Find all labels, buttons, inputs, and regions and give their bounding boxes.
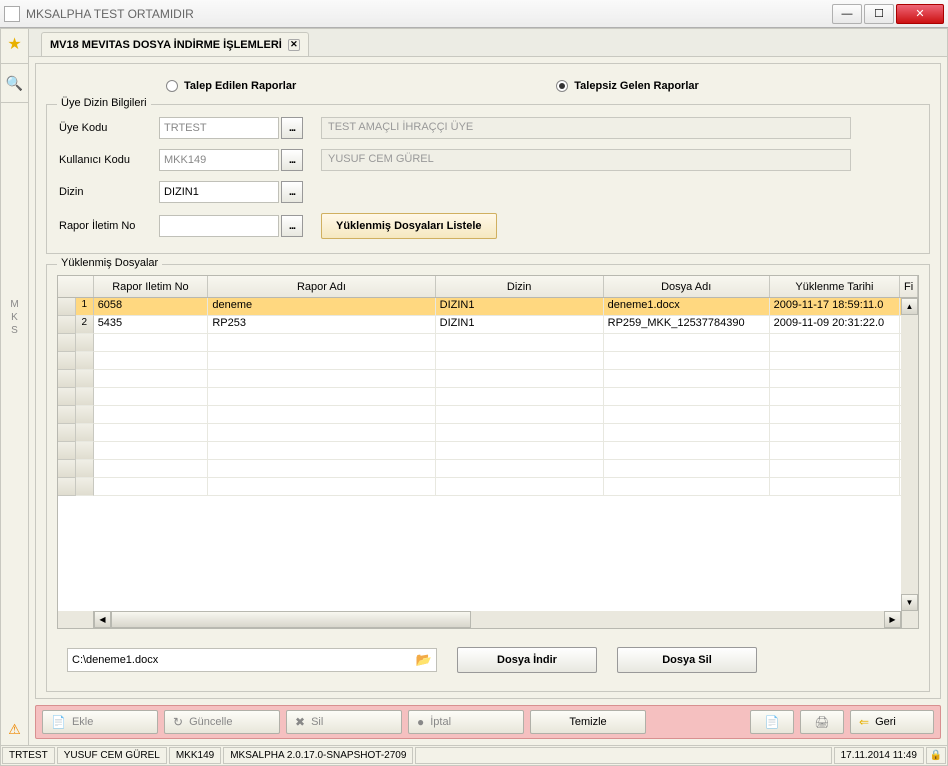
radio-unrequested-reports[interactable]: Talepsiz Gelen Raporlar	[556, 80, 699, 92]
rapor-iletim-label: Rapor İletim No	[59, 220, 159, 232]
col-dosya-adi[interactable]: Dosya Adı	[604, 276, 770, 297]
print-button[interactable]: 🖨	[800, 710, 844, 734]
window-titlebar: MKSALPHA TEST ORTAMIDIR — ☐ ✕	[0, 0, 948, 28]
scroll-down-icon[interactable]: ▼	[901, 594, 918, 611]
folder-open-icon[interactable]: 📂	[416, 652, 432, 668]
status-trtest: TRTEST	[2, 747, 55, 764]
radio-requested-reports[interactable]: Talep Edilen Raporlar	[166, 80, 296, 92]
report-icon: 📄	[765, 715, 780, 729]
tab-close-icon[interactable]: ✕	[288, 39, 300, 51]
col-dizin[interactable]: Dizin	[436, 276, 604, 297]
horizontal-scrollbar[interactable]: ◀ ▶	[58, 611, 918, 628]
cancel-icon: ●	[417, 715, 424, 729]
col-yuklenme-tarihi[interactable]: Yüklenme Tarihi	[770, 276, 900, 297]
minimize-button[interactable]: —	[832, 4, 862, 24]
kullanici-kodu-lookup-button[interactable]: ...	[281, 149, 303, 171]
guncelle-button[interactable]: ↻Güncelle	[164, 710, 280, 734]
status-usercode: MKK149	[169, 747, 221, 764]
dizin-label: Dizin	[59, 186, 159, 198]
scroll-right-icon[interactable]: ▶	[884, 611, 901, 628]
scroll-left-icon[interactable]: ◀	[94, 611, 111, 628]
lock-icon: 🔒	[926, 747, 946, 764]
file-path-value: C:\deneme1.docx	[72, 654, 416, 666]
files-table: Rapor Iletim No Rapor Adı Dizin Dosya Ad…	[57, 275, 919, 629]
uye-kodu-input[interactable]	[159, 117, 279, 139]
dizin-lookup-button[interactable]: ...	[281, 181, 303, 203]
file-path-input[interactable]: C:\deneme1.docx 📂	[67, 648, 437, 672]
geri-button[interactable]: ⇐Geri	[850, 710, 934, 734]
close-button[interactable]: ✕	[896, 4, 944, 24]
table-body: 1 6058 deneme DIZIN1 deneme1.docx 2009-1…	[58, 298, 918, 611]
uye-kodu-display: TEST AMAÇLI İHRAÇÇI ÜYE	[321, 117, 851, 139]
member-info-fieldset: Üye Dizin Bilgileri Üye Kodu ... TEST AM…	[46, 104, 930, 254]
ekle-button[interactable]: 📄Ekle	[42, 710, 158, 734]
status-datetime: 17.11.2014 11:49	[834, 747, 924, 764]
status-username: YUSUF CEM GÜREL	[57, 747, 167, 764]
files-legend: Yüklenmiş Dosyalar	[57, 257, 162, 269]
col-rapor-iletim-no[interactable]: Rapor Iletim No	[94, 276, 209, 297]
window-title: MKSALPHA TEST ORTAMIDIR	[26, 7, 832, 21]
rapor-iletim-lookup-button[interactable]: ...	[281, 215, 303, 237]
sil-button[interactable]: ✖Sil	[286, 710, 402, 734]
list-files-button[interactable]: Yüklenmiş Dosyaları Listele	[321, 213, 497, 239]
status-version: MKSALPHA 2.0.17.0-SNAPSHOT-2709	[223, 747, 413, 764]
search-icon[interactable]: 🔍	[6, 74, 24, 92]
kullanici-kodu-display: YUSUF CEM GÜREL	[321, 149, 851, 171]
vertical-scrollbar[interactable]: ▲ ▼	[901, 298, 918, 611]
left-sidebar: ★ 🔍 MKS ⚠	[1, 29, 29, 745]
radio-icon	[556, 80, 568, 92]
maximize-button[interactable]: ☐	[864, 4, 894, 24]
delete-icon: ✖	[295, 715, 305, 729]
uye-kodu-lookup-button[interactable]: ...	[281, 117, 303, 139]
files-fieldset: Yüklenmiş Dosyalar Rapor Iletim No Rapor…	[46, 264, 930, 692]
add-icon: 📄	[51, 715, 66, 729]
col-fi[interactable]: Fi	[900, 276, 918, 297]
scroll-up-icon[interactable]: ▲	[901, 298, 918, 315]
kullanici-kodu-label: Kullanıcı Kodu	[59, 154, 159, 166]
rapor-iletim-input[interactable]	[159, 215, 279, 237]
app-icon	[4, 6, 20, 22]
download-button[interactable]: Dosya İndir	[457, 647, 597, 673]
iptal-button[interactable]: ●İptal	[408, 710, 524, 734]
warning-icon[interactable]: ⚠	[6, 721, 24, 739]
row-selector[interactable]	[58, 316, 76, 334]
temizle-button[interactable]: Temizle	[530, 710, 646, 734]
table-header: Rapor Iletim No Rapor Adı Dizin Dosya Ad…	[58, 276, 918, 298]
back-arrow-icon: ⇐	[859, 715, 869, 729]
favorite-icon[interactable]: ★	[6, 35, 24, 53]
uye-kodu-label: Üye Kodu	[59, 122, 159, 134]
dizin-input[interactable]	[159, 181, 279, 203]
bottom-toolbar: 📄Ekle ↻Güncelle ✖Sil ●İptal Temizle 📄 🖨 …	[35, 705, 941, 739]
tab-title: MV18 MEVITAS DOSYA İNDİRME İŞLEMLERİ	[50, 39, 282, 51]
report-button[interactable]: 📄	[750, 710, 794, 734]
tab-mv18[interactable]: MV18 MEVITAS DOSYA İNDİRME İŞLEMLERİ ✕	[41, 32, 309, 56]
status-bar: TRTEST YUSUF CEM GÜREL MKK149 MKSALPHA 2…	[1, 745, 947, 765]
delete-file-button[interactable]: Dosya Sil	[617, 647, 757, 673]
table-row[interactable]: 2 5435 RP253 DIZIN1 RP259_MKK_1253778439…	[58, 316, 918, 334]
print-icon: 🖨	[814, 715, 829, 729]
col-rapor-adi[interactable]: Rapor Adı	[208, 276, 435, 297]
kullanici-kodu-input[interactable]	[159, 149, 279, 171]
refresh-icon: ↻	[173, 715, 183, 729]
table-row[interactable]: 1 6058 deneme DIZIN1 deneme1.docx 2009-1…	[58, 298, 918, 316]
member-info-legend: Üye Dizin Bilgileri	[57, 97, 151, 109]
row-selector[interactable]	[58, 298, 76, 316]
sidebar-vertical-label: MKS	[9, 299, 20, 338]
scroll-thumb[interactable]	[111, 611, 471, 628]
tab-strip: MV18 MEVITAS DOSYA İNDİRME İŞLEMLERİ ✕	[29, 29, 947, 57]
radio-icon	[166, 80, 178, 92]
